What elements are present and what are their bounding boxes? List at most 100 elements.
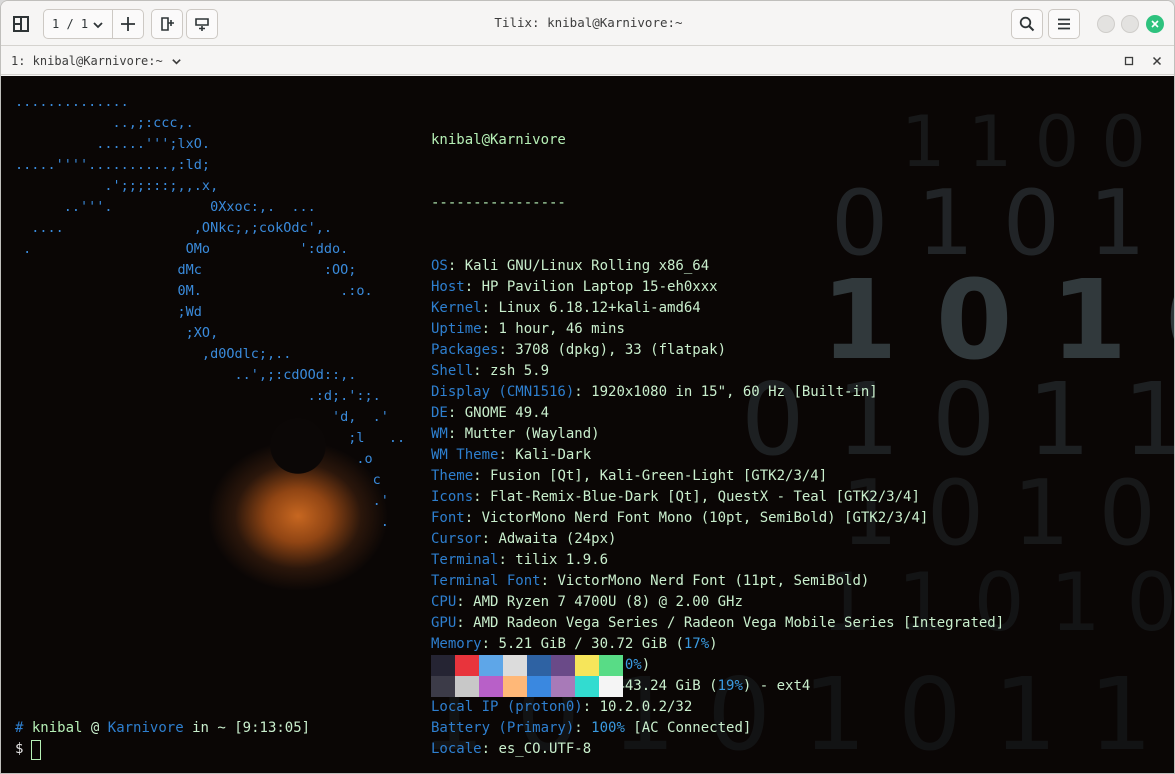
info-value-tail: ): [641, 657, 651, 673]
info-key: Uptime: [431, 321, 482, 337]
add-session-button[interactable]: [112, 9, 144, 39]
logo-line: ,d0Odlc;,..: [15, 346, 292, 362]
info-row: Memory: 5.21 GiB / 30.72 GiB (17%): [431, 636, 718, 652]
add-terminal-down-button[interactable]: [186, 9, 218, 39]
info-key: Shell: [431, 363, 474, 379]
logo-line: .... ,ONkc;,;cokOdc',.: [15, 220, 332, 236]
info-row: Uptime: 1 hour, 46 mins: [431, 321, 625, 337]
info-value: tilix 1.9.6: [515, 552, 609, 568]
info-key: Battery (Primary): [431, 720, 575, 736]
palette-swatch: [599, 655, 623, 676]
info-row: Locale: es_CO.UTF-8: [431, 741, 592, 757]
logo-line: ..'''. 0Xxoc:,. ...: [15, 199, 316, 215]
info-value: 10.2.0.2/32: [599, 699, 693, 715]
info-key: Font: [431, 510, 465, 526]
close-terminal-button[interactable]: [1149, 53, 1165, 69]
info-value: GNOME 49.4: [464, 405, 550, 421]
info-value-tail: ): [709, 636, 718, 652]
logo-line: ..,;:ccc,.: [15, 115, 194, 131]
palette-swatch: [455, 676, 479, 697]
sidebar-icon: [13, 16, 29, 32]
logo-line: .o: [15, 451, 373, 467]
info-key: Display (CMN1516): [431, 384, 575, 400]
logo-line: .': [15, 493, 389, 509]
logo-line: ;l ..: [15, 430, 406, 446]
prompt-line: # knibal @ Karnivore in ~ [9:13:05]: [15, 718, 310, 739]
info-row: Display (CMN1516): 1920x1080 in 15", 60 …: [431, 384, 878, 400]
logo-line: dMc :OO;: [15, 262, 357, 278]
info-row: Cursor: Adwaita (24px): [431, 531, 617, 547]
logo-line: ;XO,: [15, 325, 219, 341]
info-value: 1 hour, 46 mins: [498, 321, 625, 337]
info-value: Mutter (Wayland): [464, 426, 600, 442]
info-key: Cursor: [431, 531, 482, 547]
logo-line: 0M. .:o.: [15, 283, 373, 299]
text-cursor[interactable]: [31, 740, 41, 760]
info-key: CPU: [431, 594, 457, 610]
logo-line: .';;;:::;,,.x,: [15, 178, 219, 194]
header-bar: 1 / 1 Tilix: knibal@Karnivore:~: [1, 1, 1174, 46]
terminal-view[interactable]: 1 1 0 0 1 0 0 1 0 1 0 1 0 1 0 1 0 1 0 0 …: [1, 76, 1174, 773]
add-terminal-right-button[interactable]: [151, 9, 183, 39]
info-row: DE: GNOME 49.4: [431, 405, 550, 421]
split-right-icon: [161, 17, 174, 31]
info-value: 3708 (dpkg), 33 (flatpak): [515, 342, 727, 358]
palette-swatch: [431, 676, 455, 697]
logo-line: ......''';lxO.: [15, 136, 211, 152]
info-row: Icons: Flat-Remix-Blue-Dark [Qt], QuestX…: [431, 489, 920, 505]
info-row: WM Theme: Kali-Dark: [431, 447, 592, 463]
logo-line: 'd, .': [15, 409, 389, 425]
hamburger-menu-icon: [1058, 18, 1070, 30]
palette-swatch: [455, 655, 479, 676]
info-value: Linux 6.18.12+kali-amd64: [498, 300, 701, 316]
info-value: AMD Ryzen 7 4700U (8) @ 2.00 GHz: [473, 594, 743, 610]
palette-swatch: [479, 655, 503, 676]
info-value: Adwaita (24px): [498, 531, 617, 547]
info-row: GPU: AMD Radeon Vega Series / Radeon Veg…: [431, 615, 1005, 631]
menu-button[interactable]: [1048, 9, 1080, 39]
palette-swatch: [479, 676, 503, 697]
info-key: OS: [431, 258, 448, 274]
minimize-button[interactable]: [1097, 15, 1115, 33]
palette-swatch: [575, 676, 599, 697]
prompt-time: [9:13:05]: [234, 720, 311, 736]
logo-line: ;Wd: [15, 304, 202, 320]
info-key: Local IP (proton0): [431, 699, 583, 715]
info-key: Terminal Font: [431, 573, 541, 589]
search-button[interactable]: [1011, 9, 1043, 39]
info-row: Terminal Font: VictorMono Nerd Font (11p…: [431, 573, 870, 589]
info-key: Icons: [431, 489, 474, 505]
info-separator: ----------------: [431, 195, 566, 211]
prompt-at: @: [90, 720, 100, 736]
session-switcher[interactable]: 1 / 1: [43, 9, 113, 39]
palette-swatch: [551, 676, 575, 697]
palette-swatch: [599, 676, 623, 697]
info-value: 1920x1080 in 15", 60 Hz [Built-in]: [591, 384, 878, 400]
info-percent: 100%: [591, 720, 625, 736]
info-row: Battery (Primary): 100% [AC Connected]: [431, 720, 752, 736]
prompt-user: knibal: [31, 720, 83, 736]
info-value: Kali-Dark: [515, 447, 592, 463]
logo-line: ..',;:cdOOd::,.: [15, 367, 357, 383]
info-key: Host: [431, 279, 465, 295]
close-button[interactable]: [1146, 15, 1164, 33]
info-row: Terminal: tilix 1.9.6: [431, 552, 609, 568]
info-key: WM: [431, 426, 448, 442]
maximize-terminal-button[interactable]: [1121, 53, 1137, 69]
prompt-in: in: [192, 720, 209, 736]
palette-swatch: [503, 676, 527, 697]
logo-line: .: [15, 514, 389, 530]
info-value: Flat-Remix-Blue-Dark [Qt], QuestX - Teal…: [490, 489, 920, 505]
palette-swatch: [527, 676, 551, 697]
maximize-button[interactable]: [1121, 15, 1139, 33]
info-value: zsh 5.9: [490, 363, 550, 379]
terminal-title-menu[interactable]: 1: knibal@Karnivore:~: [11, 54, 182, 68]
palette-swatch: [431, 655, 455, 676]
tilix-window: 1 / 1 Tilix: knibal@Karnivore:~ 1: kniba…: [0, 0, 1175, 774]
prompt-symbol: $: [15, 741, 24, 757]
sidebar-toggle-button[interactable]: [8, 9, 34, 39]
info-row: Packages: 3708 (dpkg), 33 (flatpak): [431, 342, 727, 358]
prompt-directory: ~: [217, 720, 226, 736]
info-key: Locale: [431, 741, 482, 757]
palette-swatch: [551, 655, 575, 676]
